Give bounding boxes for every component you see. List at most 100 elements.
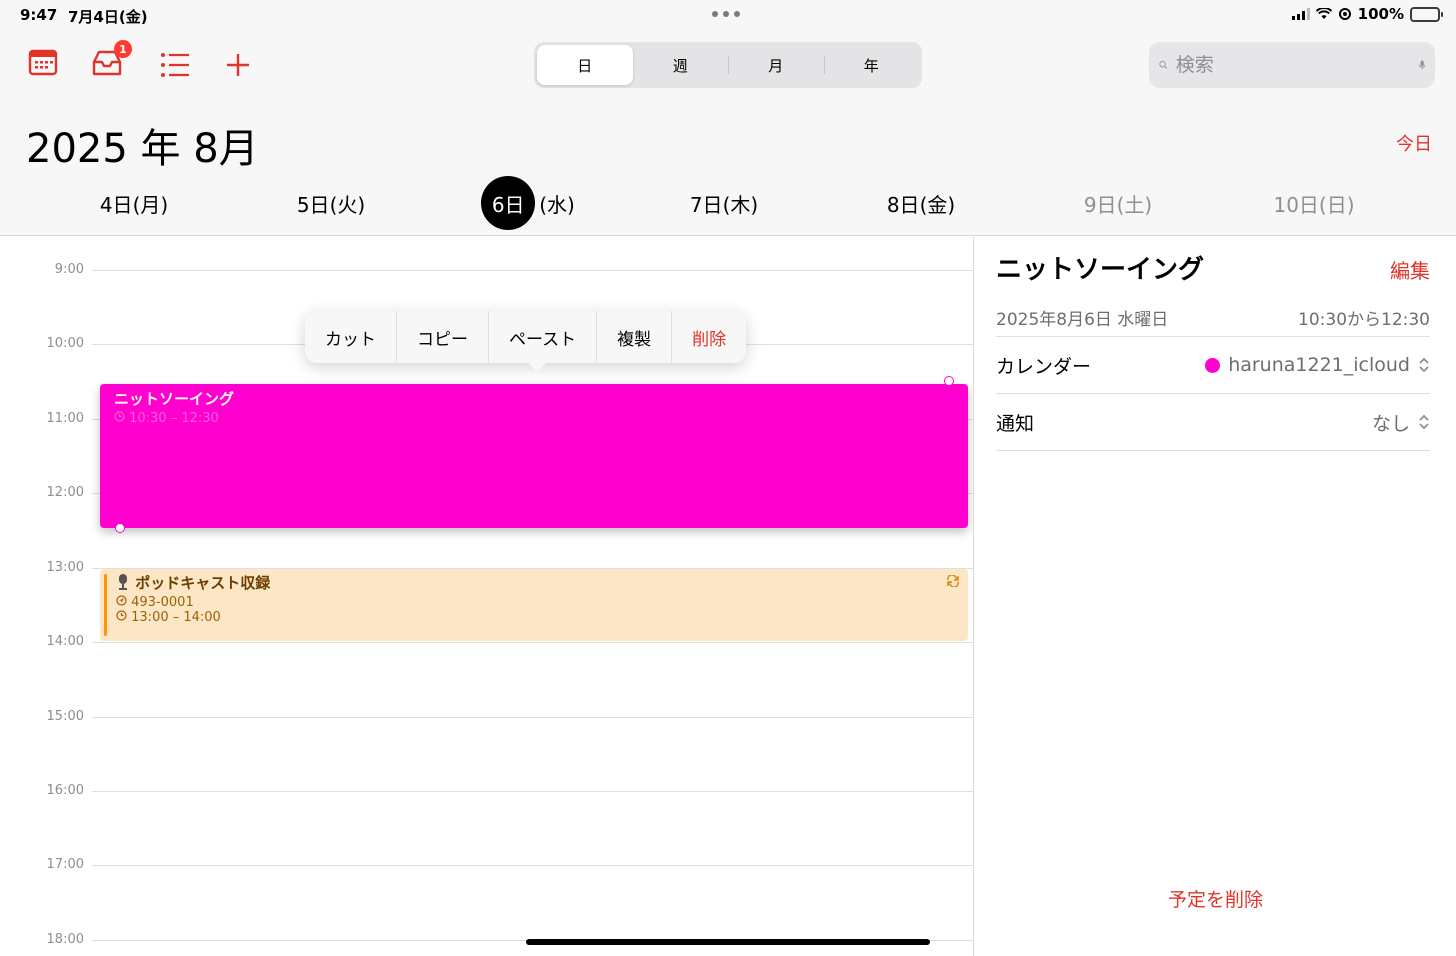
hour-label: 18:00 bbox=[46, 932, 84, 947]
clock-icon bbox=[114, 411, 125, 422]
day-weekday: (月) bbox=[132, 192, 169, 217]
calendar-icon[interactable] bbox=[28, 46, 58, 76]
add-event-icon[interactable] bbox=[226, 53, 250, 77]
chevron-up-down-icon bbox=[1419, 357, 1429, 373]
day-cell-9[interactable]: 9日 (土) bbox=[1038, 176, 1198, 230]
calendar-label: カレンダー bbox=[996, 355, 1092, 378]
view-segmented-control: 日 週 月 年 bbox=[534, 42, 922, 88]
calendar-name: haruna1221_icloud bbox=[1228, 354, 1410, 376]
battery-percent: 100% bbox=[1357, 5, 1404, 23]
edit-button[interactable]: 編集 bbox=[1390, 255, 1430, 284]
hour-label: 16:00 bbox=[46, 783, 84, 798]
hour-label: 9:00 bbox=[54, 262, 84, 277]
inbox-badge: 1 bbox=[114, 40, 132, 58]
tab-year[interactable]: 年 bbox=[823, 45, 920, 85]
hour-row: 16:00 bbox=[0, 783, 973, 798]
day-weekday: (日) bbox=[1318, 192, 1355, 217]
wifi-icon bbox=[1315, 8, 1332, 19]
event-time: 13:00 – 14:00 bbox=[116, 610, 952, 625]
event-location: 493-0001 bbox=[116, 595, 952, 610]
hour-row: 14:00 bbox=[0, 634, 973, 649]
event-color-bar bbox=[104, 574, 107, 636]
event-title-text: ポッドキャスト収録 bbox=[135, 574, 271, 592]
week-strip: 4日 (月) 5日 (火) 6日 (水) 7日 (木) 8日 (金) 9日 (土) 10日(… bbox=[0, 176, 1456, 230]
hour-label: 13:00 bbox=[46, 560, 84, 575]
day-weekday: (木) bbox=[722, 192, 759, 217]
event-title: ポッドキャスト収録 bbox=[116, 572, 952, 593]
calendar-value: haruna1221_icloud bbox=[1205, 354, 1430, 376]
list-icon[interactable] bbox=[160, 52, 190, 78]
day-weekday: (水) bbox=[539, 192, 575, 217]
clock-icon bbox=[116, 610, 127, 621]
event-time-text: 10:30 – 12:30 bbox=[129, 411, 219, 426]
status-indicators: 100% bbox=[1291, 5, 1443, 23]
menu-copy[interactable]: コピー bbox=[396, 311, 488, 363]
hour-row: 15:00 bbox=[0, 709, 973, 724]
rotation-lock-icon bbox=[1338, 8, 1351, 20]
detail-date: 2025年8月6日 水曜日 bbox=[996, 310, 1169, 330]
hour-label: 11:00 bbox=[46, 411, 84, 426]
tab-month[interactable]: 月 bbox=[728, 45, 824, 85]
event-title: ニットソーイング bbox=[114, 390, 235, 408]
day-number: 4日 bbox=[99, 192, 133, 217]
day-number: 10日 bbox=[1273, 192, 1319, 217]
day-cell-6-selected[interactable]: 6日 (水) bbox=[448, 176, 608, 230]
day-timeline[interactable]: 9:00 10:00 11:00 12:00 13:00 14:00 15:00… bbox=[0, 237, 973, 956]
day-weekday: (火) bbox=[329, 192, 366, 217]
microphone-icon bbox=[119, 574, 127, 590]
search-icon bbox=[1159, 61, 1168, 69]
day-cell-5[interactable]: 5日 (火) bbox=[251, 176, 411, 230]
event-location-text: 493-0001 bbox=[131, 595, 194, 610]
today-button[interactable]: 今日 bbox=[1396, 130, 1432, 156]
cellular-signal-icon bbox=[1291, 8, 1310, 20]
resize-handle-bottom[interactable] bbox=[115, 523, 125, 533]
day-cell-8[interactable]: 8日 (金) bbox=[841, 176, 1001, 230]
resize-handle-top[interactable] bbox=[944, 376, 954, 386]
delete-event-button[interactable]: 予定を削除 bbox=[974, 885, 1456, 912]
top-bar: 9:47 7月4日(金) 100% 1 日 週 月 年 検索 2025 年 8月… bbox=[0, 0, 1456, 236]
edit-context-menu: カット コピー ペースト 複製 削除 bbox=[305, 311, 747, 372]
day-cell-10[interactable]: 10日 (日) bbox=[1234, 176, 1394, 230]
menu-cut[interactable]: カット bbox=[305, 311, 396, 363]
chevron-up-down-icon bbox=[1419, 414, 1429, 430]
day-number: 8日 bbox=[886, 192, 920, 217]
event-time-text: 13:00 – 14:00 bbox=[131, 610, 221, 625]
detail-time-range: 10:30から12:30 bbox=[1298, 310, 1430, 330]
inbox-button[interactable]: 1 bbox=[90, 40, 132, 78]
menu-duplicate[interactable]: 複製 bbox=[596, 311, 671, 363]
day-cell-7[interactable]: 7日 (木) bbox=[644, 176, 804, 230]
repeat-icon bbox=[947, 575, 959, 587]
location-icon bbox=[116, 595, 127, 606]
search-input[interactable] bbox=[1175, 54, 1419, 76]
event-knit-sewing[interactable]: ニットソーイング 10:30 – 12:30 bbox=[100, 376, 968, 533]
month-title: 2025 年 8月 bbox=[26, 126, 259, 172]
status-date: 7月4日(金) bbox=[68, 8, 148, 26]
microphone-icon[interactable] bbox=[1418, 53, 1425, 77]
hour-label: 12:00 bbox=[46, 485, 84, 500]
alert-value-text: なし bbox=[1371, 412, 1410, 435]
alert-row[interactable]: 通知 なし bbox=[996, 393, 1430, 450]
menu-paste[interactable]: ペースト bbox=[488, 311, 596, 363]
alert-label: 通知 bbox=[996, 412, 1035, 435]
day-cell-4[interactable]: 4日 (月) bbox=[54, 176, 214, 230]
event-detail-panel: ニットソーイング 編集 2025年8月6日 水曜日 10:30から12:30 カ… bbox=[973, 237, 1456, 956]
calendar-color-dot bbox=[1205, 357, 1221, 373]
event-time: 10:30 – 12:30 bbox=[114, 411, 954, 426]
tab-day[interactable]: 日 bbox=[537, 45, 633, 85]
day-weekday: (金) bbox=[919, 192, 956, 217]
status-time: 9:47 bbox=[20, 6, 58, 24]
selected-day-number: 6日 bbox=[481, 176, 536, 230]
tab-week[interactable]: 週 bbox=[633, 45, 729, 85]
home-indicator[interactable] bbox=[526, 939, 930, 945]
event-podcast[interactable]: ポッドキャスト収録 493-0001 13:00 – 14:00 bbox=[100, 569, 968, 641]
alert-value: なし bbox=[1372, 409, 1430, 436]
calendar-row[interactable]: カレンダー haruna1221_icloud bbox=[996, 336, 1430, 393]
hour-row: 9:00 bbox=[0, 262, 973, 277]
multitasking-dots-icon[interactable] bbox=[712, 11, 740, 17]
day-number: 5日 bbox=[296, 192, 330, 217]
menu-delete[interactable]: 削除 bbox=[671, 311, 746, 363]
day-number: 7日 bbox=[689, 192, 723, 217]
detail-title: ニットソーイング bbox=[996, 255, 1205, 285]
search-field[interactable] bbox=[1149, 42, 1435, 88]
hour-row: 17:00 bbox=[0, 857, 973, 872]
